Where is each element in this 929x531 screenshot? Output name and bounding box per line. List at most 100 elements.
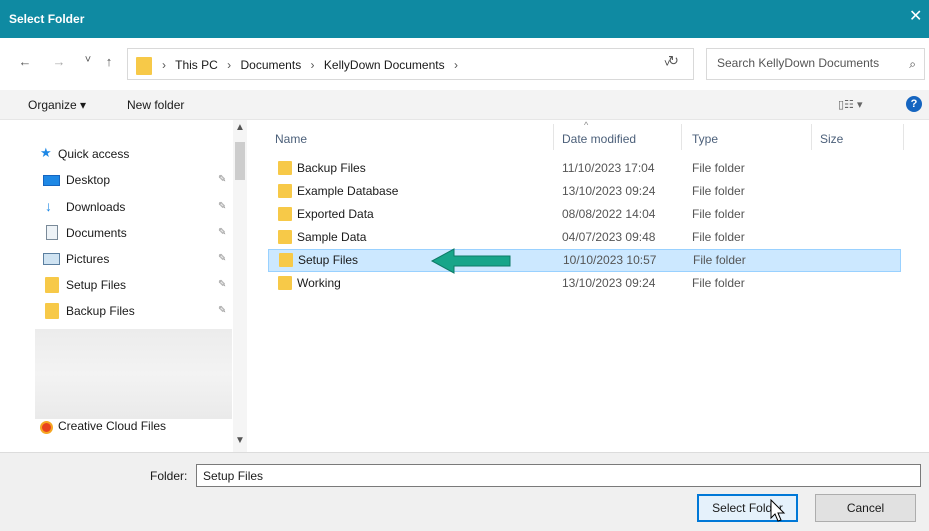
file-type: File folder	[693, 253, 746, 267]
column-divider[interactable]	[553, 124, 554, 150]
mouse-cursor-icon	[770, 499, 786, 522]
navigation-pane: ★ Quick access Desktop ✎ ↓ Downloads ✎ D…	[0, 120, 247, 452]
file-date: 13/10/2023 09:24	[562, 184, 656, 198]
column-headers: ^ Name Date modified Type Size	[248, 120, 929, 156]
breadcrumb-separator: ›	[227, 58, 232, 72]
file-name: Working	[297, 276, 341, 290]
address-row: ← → ˅ ↑ › This PC › Documents › KellyDow…	[0, 38, 929, 90]
documents-icon	[46, 225, 58, 240]
scrollbar-thumb[interactable]	[235, 142, 245, 180]
folder-icon	[136, 57, 152, 75]
view-options-icon[interactable]: ▯☷ ▾	[838, 98, 863, 111]
search-icon[interactable]: ⌕	[909, 57, 916, 72]
folder-name-input[interactable]	[196, 464, 921, 487]
file-type: File folder	[692, 207, 745, 221]
title-bar: Select Folder ✕	[0, 0, 929, 38]
file-date: 11/10/2023 17:04	[562, 161, 655, 175]
column-divider[interactable]	[811, 124, 812, 150]
file-name: Sample Data	[297, 230, 367, 244]
scroll-up-icon[interactable]: ▲	[235, 122, 245, 133]
file-list: ^ Name Date modified Type Size Backup Fi…	[248, 120, 929, 452]
column-header-type[interactable]: Type	[692, 132, 718, 146]
breadcrumb-documents[interactable]: Documents	[241, 58, 302, 72]
sidebar-item-label: Documents	[66, 226, 127, 240]
pin-icon[interactable]: ✎	[218, 253, 226, 264]
folder-icon	[45, 303, 59, 319]
help-icon[interactable]: ?	[906, 96, 922, 112]
pin-icon[interactable]: ✎	[218, 305, 226, 316]
breadcrumb-this-pc[interactable]: This PC	[175, 58, 218, 72]
command-bar: Organize ▾ New folder ▯☷ ▾ ?	[0, 90, 929, 120]
folder-icon	[279, 253, 293, 267]
table-row[interactable]: Exported Data 08/08/2022 14:04 File fold…	[268, 203, 901, 226]
file-name: Setup Files	[298, 253, 359, 267]
column-header-name[interactable]: Name	[275, 132, 307, 146]
sidebar-item-label: Quick access	[58, 147, 130, 161]
pin-icon[interactable]: ✎	[218, 227, 226, 238]
file-type: File folder	[692, 184, 745, 198]
sidebar-item-quick-access[interactable]: ★ Quick access	[0, 144, 232, 164]
sidebar-item-label: Pictures	[66, 252, 110, 266]
address-bar[interactable]: › This PC › Documents › KellyDown Docume…	[127, 48, 694, 80]
sidebar-item-label: Backup Files	[66, 304, 135, 318]
folder-icon	[278, 184, 292, 198]
downloads-icon: ↓	[45, 198, 52, 214]
pin-icon[interactable]: ✎	[218, 279, 226, 290]
file-type: File folder	[692, 276, 745, 290]
navigation-scrollbar[interactable]: ▲ ▼	[233, 120, 247, 452]
creative-cloud-icon	[40, 421, 53, 434]
scroll-down-icon[interactable]: ▼	[235, 435, 245, 446]
sidebar-item-desktop[interactable]: Desktop ✎	[0, 170, 232, 190]
folder-icon	[278, 161, 292, 175]
new-folder-button[interactable]: New folder	[127, 98, 184, 112]
sort-caret-icon: ^	[584, 120, 589, 130]
sidebar-item-label: Creative Cloud Files	[58, 419, 167, 433]
table-row[interactable]: Backup Files 11/10/2023 17:04 File folde…	[268, 157, 901, 180]
sidebar-item-documents[interactable]: Documents ✎	[0, 223, 232, 243]
back-arrow-icon[interactable]: ←	[16, 54, 34, 69]
breadcrumb-kellydown-documents[interactable]: KellyDown Documents	[324, 58, 445, 72]
folder-icon	[278, 230, 292, 244]
table-row[interactable]: Sample Data 04/07/2023 09:48 File folder	[268, 226, 901, 249]
file-name: Example Database	[297, 184, 399, 198]
table-row-selected[interactable]: Setup Files 10/10/2023 10:57 File folder	[268, 249, 901, 272]
table-row[interactable]: Example Database 13/10/2023 09:24 File f…	[268, 180, 901, 203]
sidebar-item-backup-files[interactable]: Backup Files ✎	[0, 301, 232, 321]
column-header-date[interactable]: Date modified	[562, 132, 636, 146]
sidebar-item-setup-files[interactable]: Setup Files ✎	[0, 275, 232, 295]
file-type: File folder	[692, 230, 745, 244]
sidebar-item-creative-cloud-files[interactable]: Creative Cloud Files	[0, 416, 232, 436]
blurred-region	[35, 329, 232, 419]
file-date: 08/08/2022 14:04	[562, 207, 656, 221]
column-divider[interactable]	[903, 124, 904, 150]
star-icon: ★	[40, 145, 52, 160]
sidebar-item-pictures[interactable]: Pictures ✎	[0, 249, 232, 269]
file-date: 13/10/2023 09:24	[562, 276, 656, 290]
pictures-icon	[43, 253, 60, 265]
folder-label: Folder:	[150, 469, 188, 483]
search-input[interactable]	[717, 56, 897, 70]
folder-icon	[278, 276, 292, 290]
recent-locations-icon[interactable]: ˅	[79, 54, 97, 66]
file-date: 10/10/2023 10:57	[563, 253, 657, 267]
sidebar-item-downloads[interactable]: ↓ Downloads ✎	[0, 197, 232, 217]
refresh-icon[interactable]: ↻	[668, 53, 679, 69]
table-row[interactable]: Working 13/10/2023 09:24 File folder	[268, 272, 901, 295]
column-divider[interactable]	[681, 124, 682, 150]
organize-button[interactable]: Organize ▾	[28, 98, 86, 112]
sidebar-item-label: Setup Files	[66, 278, 127, 292]
close-icon[interactable]: ✕	[909, 6, 929, 26]
search-box[interactable]: ⌕	[706, 48, 925, 80]
up-arrow-icon[interactable]: ↑	[100, 54, 118, 69]
forward-arrow-icon[interactable]: →	[50, 54, 68, 69]
dialog-footer: Folder: Select Folder Cancel	[0, 452, 929, 531]
folder-icon	[278, 207, 292, 221]
breadcrumb-separator: ›	[162, 58, 166, 72]
sidebar-item-label: Desktop	[66, 173, 111, 187]
cancel-button[interactable]: Cancel	[815, 494, 916, 522]
window-title: Select Folder	[9, 12, 85, 26]
pin-icon[interactable]: ✎	[218, 174, 226, 185]
column-header-size[interactable]: Size	[820, 132, 843, 146]
file-date: 04/07/2023 09:48	[562, 230, 656, 244]
pin-icon[interactable]: ✎	[218, 201, 226, 212]
